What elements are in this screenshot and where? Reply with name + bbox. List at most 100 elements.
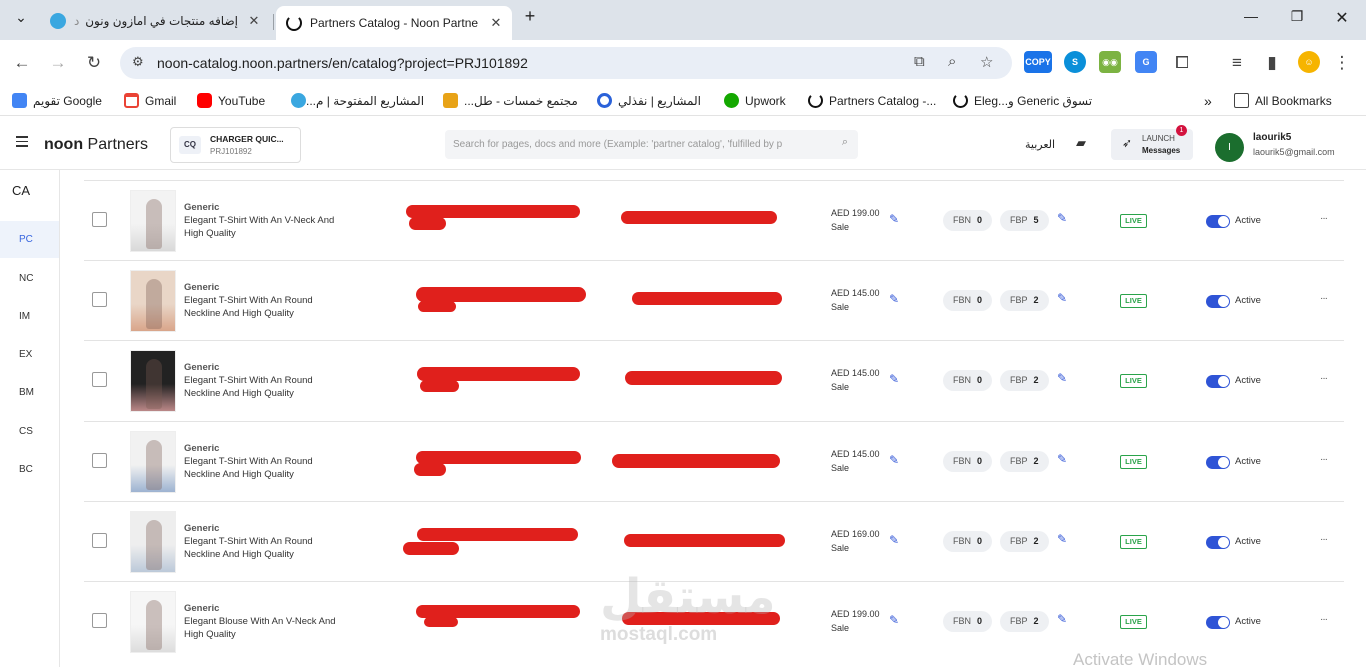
bookmark-partners-catalog[interactable]: Partners Catalog -... bbox=[808, 93, 936, 108]
edit-stock-icon[interactable]: ✎ bbox=[1057, 612, 1071, 626]
bookmark-google-calendar[interactable]: تقويم Google bbox=[12, 93, 102, 108]
product-title[interactable]: Elegant T-Shirt With An V-Neck And High … bbox=[184, 214, 344, 240]
active-toggle[interactable] bbox=[1206, 536, 1230, 549]
hamburger-menu-icon[interactable] bbox=[16, 136, 28, 150]
search-input[interactable]: Search for pages, docs and more (Example… bbox=[445, 130, 858, 159]
docs-book-icon[interactable]: ▰ bbox=[1076, 135, 1092, 151]
edit-price-icon[interactable]: ✎ bbox=[889, 372, 903, 386]
product-thumbnail[interactable] bbox=[130, 591, 176, 653]
url-text[interactable]: noon-catalog.noon.partners/en/catalog?pr… bbox=[157, 55, 528, 71]
all-bookmarks[interactable]: All Bookmarks bbox=[1234, 93, 1332, 108]
product-title[interactable]: Elegant Blouse With An V-Neck And High Q… bbox=[184, 615, 344, 641]
side-panel-icon[interactable]: ▮ bbox=[1262, 53, 1282, 73]
active-toggle[interactable] bbox=[1206, 295, 1230, 308]
reload-icon[interactable]: ↻ bbox=[84, 53, 104, 73]
edit-price-icon[interactable]: ✎ bbox=[889, 453, 903, 467]
product-thumbnail[interactable] bbox=[130, 270, 176, 332]
product-title[interactable]: Elegant T-Shirt With An Round Neckline A… bbox=[184, 294, 344, 320]
more-actions-icon[interactable]: ··· bbox=[1320, 614, 1328, 625]
edit-price-icon[interactable]: ✎ bbox=[889, 533, 903, 547]
forward-icon[interactable]: → bbox=[48, 53, 68, 73]
bookmark-star-icon[interactable]: ☆ bbox=[980, 53, 993, 71]
chrome-menu-icon[interactable]: ⋮ bbox=[1332, 53, 1352, 73]
bookmark-khamsat[interactable]: مجتمع خمسات - طل... bbox=[443, 93, 578, 108]
brand-logo[interactable]: noon Partners bbox=[44, 136, 148, 154]
shazam-extension-icon[interactable]: S bbox=[1064, 51, 1086, 73]
product-thumbnail[interactable] bbox=[130, 350, 176, 412]
row-checkbox[interactable] bbox=[92, 613, 107, 628]
bookmark-mostaql[interactable]: المشاريع المفتوحة | م... bbox=[285, 93, 424, 108]
rail-item-bc[interactable]: BC bbox=[0, 451, 59, 488]
active-toggle[interactable] bbox=[1206, 375, 1230, 388]
tab-arabic[interactable]: د إضافه منتجات في امازون ونون | م ✕ bbox=[40, 6, 270, 36]
edit-stock-icon[interactable]: ✎ bbox=[1057, 211, 1071, 225]
bookmark-nafezly[interactable]: المشاريع | نفذلي bbox=[597, 93, 701, 108]
close-icon[interactable]: ✕ bbox=[246, 13, 262, 29]
user-name[interactable]: laourik5 bbox=[1253, 132, 1291, 143]
row-checkbox[interactable] bbox=[92, 533, 107, 548]
edit-stock-icon[interactable]: ✎ bbox=[1057, 532, 1071, 546]
row-checkbox[interactable] bbox=[92, 453, 107, 468]
close-icon[interactable]: ✕ bbox=[488, 15, 504, 31]
rail-item-bm[interactable]: BM bbox=[0, 374, 59, 411]
tab-search-chevron-icon[interactable]: ⌄ bbox=[6, 9, 36, 26]
product-thumbnail[interactable] bbox=[130, 511, 176, 573]
back-icon[interactable]: ← bbox=[12, 53, 32, 73]
active-toggle[interactable] bbox=[1206, 215, 1230, 228]
redaction-mark bbox=[424, 617, 458, 627]
product-title[interactable]: Elegant T-Shirt With An Round Neckline A… bbox=[184, 535, 344, 561]
profile-avatar-icon[interactable]: ☺ bbox=[1298, 51, 1320, 73]
search-icon[interactable]: ⌕ bbox=[842, 136, 848, 149]
bookmark-gmail[interactable]: Gmail bbox=[124, 93, 176, 108]
window-close-icon[interactable]: ✕ bbox=[1327, 8, 1357, 28]
edit-stock-icon[interactable]: ✎ bbox=[1057, 452, 1071, 466]
product-thumbnail[interactable] bbox=[130, 190, 176, 252]
edit-stock-icon[interactable]: ✎ bbox=[1057, 371, 1071, 385]
more-actions-icon[interactable]: ··· bbox=[1320, 534, 1328, 545]
more-actions-icon[interactable]: ··· bbox=[1320, 454, 1328, 465]
edit-price-icon[interactable]: ✎ bbox=[889, 292, 903, 306]
google-translate-extension-icon[interactable]: G bbox=[1135, 51, 1157, 73]
copy-extension-icon[interactable]: COPY bbox=[1024, 51, 1052, 73]
media-controls-icon[interactable]: ≡ bbox=[1227, 53, 1247, 73]
active-toggle[interactable] bbox=[1206, 456, 1230, 469]
more-actions-icon[interactable]: ··· bbox=[1320, 293, 1328, 304]
edit-price-icon[interactable]: ✎ bbox=[889, 212, 903, 226]
more-bookmarks-chevron-icon[interactable]: » bbox=[1204, 93, 1212, 109]
language-switch[interactable]: العربية bbox=[1025, 138, 1055, 151]
glasses-extension-icon[interactable]: ◉◉ bbox=[1099, 51, 1121, 73]
edit-price-icon[interactable]: ✎ bbox=[889, 613, 903, 627]
minimize-icon[interactable]: — bbox=[1236, 8, 1266, 24]
new-tab-button[interactable]: + bbox=[515, 6, 545, 27]
bookmark-upwork[interactable]: Upwork bbox=[724, 93, 786, 108]
zoom-icon[interactable]: ⌕ bbox=[948, 53, 956, 70]
launch-messages-button[interactable]: ➶ LAUNCH Messages 1 bbox=[1111, 125, 1193, 160]
product-thumbnail[interactable] bbox=[130, 431, 176, 493]
country-code[interactable]: CA bbox=[12, 183, 30, 198]
rail-item-im[interactable]: IM bbox=[0, 298, 59, 335]
site-info-icon[interactable]: ⚙ bbox=[132, 54, 144, 70]
restore-icon[interactable]: ❐ bbox=[1282, 8, 1312, 25]
row-checkbox[interactable] bbox=[92, 292, 107, 307]
translate-icon[interactable]: ⧉ bbox=[914, 53, 925, 70]
rail-item-ex[interactable]: EX bbox=[0, 336, 59, 373]
more-actions-icon[interactable]: ··· bbox=[1320, 213, 1328, 224]
product-title[interactable]: Elegant T-Shirt With An Round Neckline A… bbox=[184, 374, 344, 400]
bookmark-shop-generic[interactable]: تسوق Generic و...Eleg bbox=[953, 93, 1092, 108]
avatar[interactable]: I bbox=[1215, 133, 1244, 162]
bookmark-label: All Bookmarks bbox=[1255, 93, 1332, 108]
rail-item-nc[interactable]: NC bbox=[0, 260, 59, 297]
tab-partners-catalog[interactable]: Partners Catalog - Noon Partne ✕ bbox=[276, 6, 512, 40]
edit-stock-icon[interactable]: ✎ bbox=[1057, 291, 1071, 305]
more-actions-icon[interactable]: ··· bbox=[1320, 373, 1328, 384]
extensions-puzzle-icon[interactable]: ⧠ bbox=[1172, 53, 1192, 73]
product-title[interactable]: Elegant T-Shirt With An Round Neckline A… bbox=[184, 455, 344, 481]
bookmark-youtube[interactable]: YouTube bbox=[197, 93, 265, 108]
address-bar[interactable]: ⚙ noon-catalog.noon.partners/en/catalog?… bbox=[120, 47, 1012, 79]
project-switcher[interactable]: CQ CHARGER QUIC... PRJ101892 bbox=[170, 127, 301, 163]
row-checkbox[interactable] bbox=[92, 372, 107, 387]
rail-item-pc[interactable]: PC bbox=[0, 221, 59, 258]
rail-item-cs[interactable]: CS bbox=[0, 413, 59, 450]
active-toggle[interactable] bbox=[1206, 616, 1230, 629]
row-checkbox[interactable] bbox=[92, 212, 107, 227]
